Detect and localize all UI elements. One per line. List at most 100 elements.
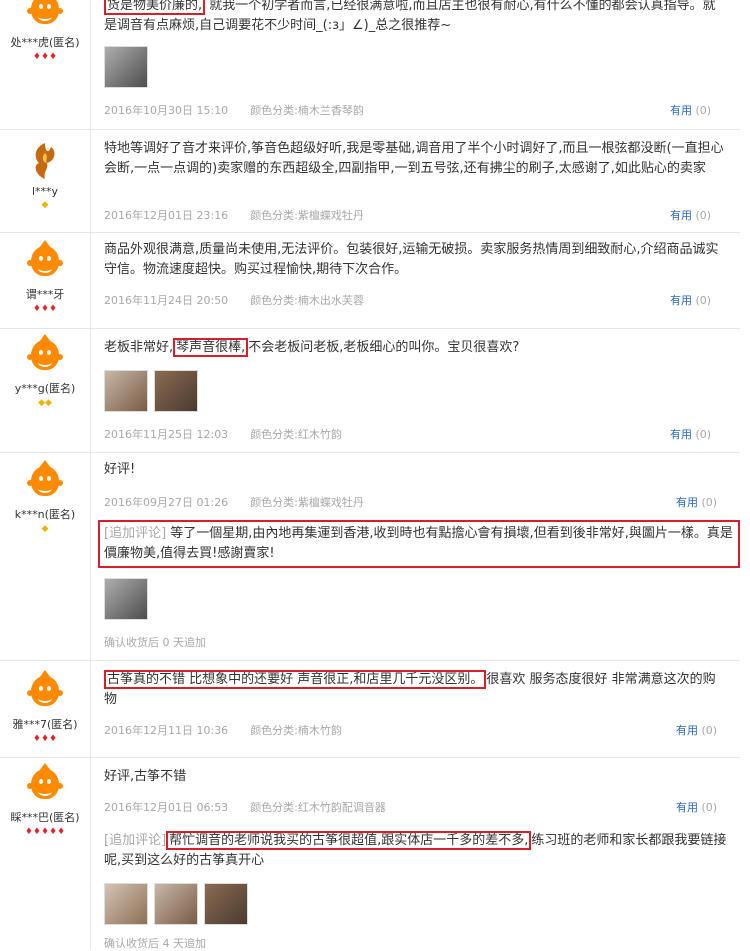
reviewer-name[interactable]: 雅***7(匿名) [0,716,90,732]
avatar[interactable] [25,460,65,504]
helpful-button[interactable]: 有用 (0) [676,494,717,510]
review-photo[interactable] [154,883,198,925]
divider [90,0,91,129]
highlight-box: 货是物美价廉的, [104,0,206,15]
rank-badge-icon: ♦♦♦♦♦ [24,827,66,837]
reviewer-name[interactable]: 处***虎(匿名) [0,34,90,50]
review-images [104,578,154,624]
review-text: 好评,古筝不错 [104,769,187,784]
rank-badge-icon: ♦♦♦ [32,52,58,62]
review-images [104,883,254,929]
avatar[interactable] [25,670,65,714]
helpful-button[interactable]: 有用 (0) [676,799,717,815]
review-text: 商品外观很满意,质量尚未使用,无法评价。包装很好,运输无破损。卖家服务热情周到细… [104,242,719,277]
helpful-label[interactable]: 有用 [676,496,698,509]
rank-badge-icon: ♦♦♦ [32,304,58,314]
review-text: 老板非常好, 琴声音很棒, 不会老板问老板,老板细心的叫你。宝贝很喜欢? [104,338,724,358]
appended-label: [追加评论] [104,833,167,848]
helpful-label[interactable]: 有用 [670,209,692,222]
divider [90,757,91,950]
avatar[interactable] [25,0,65,32]
highlight-box: 帮忙调音的老师说我买的古筝很超值,跟实体店一千多的差不多, [166,831,532,850]
helpful-count: (0) [701,801,718,814]
review-meta: 2016年09月27日 01:26 颜色分类:紫檀蝶戏牡丹 [104,494,364,510]
review-date: 2016年11月25日 12:03 [104,428,229,441]
review-item: 处***虎(匿名) ♦♦♦ 货是物美价廉的, 就我一个初学者而言,已经很满意啦,… [0,0,740,130]
helpful-button[interactable]: 有用 (0) [670,207,711,223]
review-meta: 2016年11月24日 20:50 颜色分类:楠木出水芙蓉 [104,292,364,308]
reviewer-name[interactable]: 谓***牙 [0,286,90,302]
review-item: y***g(匿名) ◆◆ 老板非常好, 琴声音很棒, 不会老板问老板,老板细心的叫你… [0,328,740,453]
review-date: 2016年10月30日 15:10 [104,104,229,117]
appended-text: 等了一個星期,由內地再集運到香港,收到時也有點擔心會有損壞,但看到後非常好,與圖… [104,526,733,561]
appended-review: [追加评论] 等了一個星期,由內地再集運到香港,收到時也有點擔心會有損壞,但看到… [98,520,740,568]
helpful-count: (0) [695,428,712,441]
review-photo[interactable] [104,370,148,412]
reviewer-name[interactable]: 睬***巴(匿名) [0,809,90,825]
reviewer-name[interactable]: y***g(匿名) [0,380,90,396]
reviewer-name[interactable]: l***y [0,185,90,198]
helpful-label[interactable]: 有用 [676,724,698,737]
review-meta: 2016年10月30日 15:10 颜色分类:楠木兰香琴韵 [104,102,364,118]
rank-badge-icon: ♦♦♦ [32,734,58,744]
divider [90,660,91,757]
review-sku: 颜色分类:紫檀蝶戏牡丹 [250,209,364,222]
reviewer-name[interactable]: k***n(匿名) [0,506,90,522]
review-text: 好评! [104,462,136,477]
helpful-count: (0) [695,104,712,117]
review-photo[interactable] [104,883,148,925]
helpful-count: (0) [695,294,712,307]
appended-review: [追加评论] 帮忙调音的老师说我买的古筝很超值,跟实体店一千多的差不多, 练习班的老… [104,831,734,871]
review-sku: 颜色分类:红木竹韵配调音器 [250,801,386,814]
reviewer: l***y ◆ [0,139,90,210]
helpful-button[interactable]: 有用 (0) [676,722,717,738]
helpful-count: (0) [695,209,712,222]
helpful-button[interactable]: 有用 (0) [670,426,711,442]
review-sku: 颜色分类:红木竹韵 [250,428,342,441]
review-item: 睬***巴(匿名) ♦♦♦♦♦ 好评,古筝不错 2016年12月01日 06:5… [0,757,740,950]
review-item: 雅***7(匿名) ♦♦♦ 古筝真的不错 比想象中的还要好 声音很正,和店里几千… [0,660,740,758]
review-meta: 2016年12月01日 23:16 颜色分类:紫檀蝶戏牡丹 [104,207,364,223]
divider [90,452,91,660]
review-date: 2016年11月24日 20:50 [104,294,229,307]
reviewer: 雅***7(匿名) ♦♦♦ [0,670,90,744]
reviewer: 处***虎(匿名) ♦♦♦ [0,0,90,62]
helpful-label[interactable]: 有用 [670,428,692,441]
review-date: 2016年12月01日 06:53 [104,801,229,814]
helpful-label[interactable]: 有用 [676,801,698,814]
highlight-box: 古筝真的不错 比想象中的还要好 声音很正,和店里几千元没区别。 [104,670,487,689]
divider [90,232,91,328]
review-text: 特地等调好了音才来评价,筝音色超级好听,我是零基础,调音用了半个小时调好了,而且… [104,141,724,176]
appended-label: [追加评论] [104,526,167,541]
rank-badge-icon: ◆ [41,524,49,534]
review-item: l***y ◆ 特地等调好了音才来评价,筝音色超级好听,我是零基础,调音用了半个… [0,129,740,233]
avatar[interactable] [25,240,65,284]
review-text-rest: 不会老板问老板,老板细心的叫你。宝贝很喜欢? [248,340,520,355]
avatar[interactable] [25,763,65,807]
divider [90,328,91,452]
review-sku: 颜色分类:楠木兰香琴韵 [250,104,364,117]
reviewer: 谓***牙 ♦♦♦ [0,240,90,314]
avatar[interactable] [25,334,65,378]
review-photo[interactable] [154,370,198,412]
rank-badge-icon: ◆◆ [38,398,52,408]
review-photo[interactable] [204,883,248,925]
review-sku: 颜色分类:楠木竹韵 [250,724,342,737]
review-text-pre: 老板非常好, [104,340,174,355]
review-photo[interactable] [104,46,148,88]
highlight-box: 琴声音很棒, [173,338,249,357]
helpful-label[interactable]: 有用 [670,104,692,117]
helpful-button[interactable]: 有用 (0) [670,102,711,118]
divider [90,129,91,232]
review-images [104,370,204,416]
helpful-button[interactable]: 有用 (0) [670,292,711,308]
review-item: k***n(匿名) ◆ 好评! 2016年09月27日 01:26 颜色分类:紫檀… [0,452,740,661]
phoenix-avatar[interactable] [25,139,65,183]
review-item: 谓***牙 ♦♦♦ 商品外观很满意,质量尚未使用,无法评价。包装很好,运输无破损… [0,232,740,329]
review-text: 货是物美价廉的, 就我一个初学者而言,已经很满意啦,而且店主也很有耐心,有什么不… [104,0,724,36]
rank-badge-icon: ◆ [41,200,49,210]
review-photo[interactable] [104,578,148,620]
helpful-label[interactable]: 有用 [670,294,692,307]
reviewer: 睬***巴(匿名) ♦♦♦♦♦ [0,763,90,837]
review-text: 古筝真的不错 比想象中的还要好 声音很正,和店里几千元没区别。 很喜欢 服务态度很… [104,670,724,710]
